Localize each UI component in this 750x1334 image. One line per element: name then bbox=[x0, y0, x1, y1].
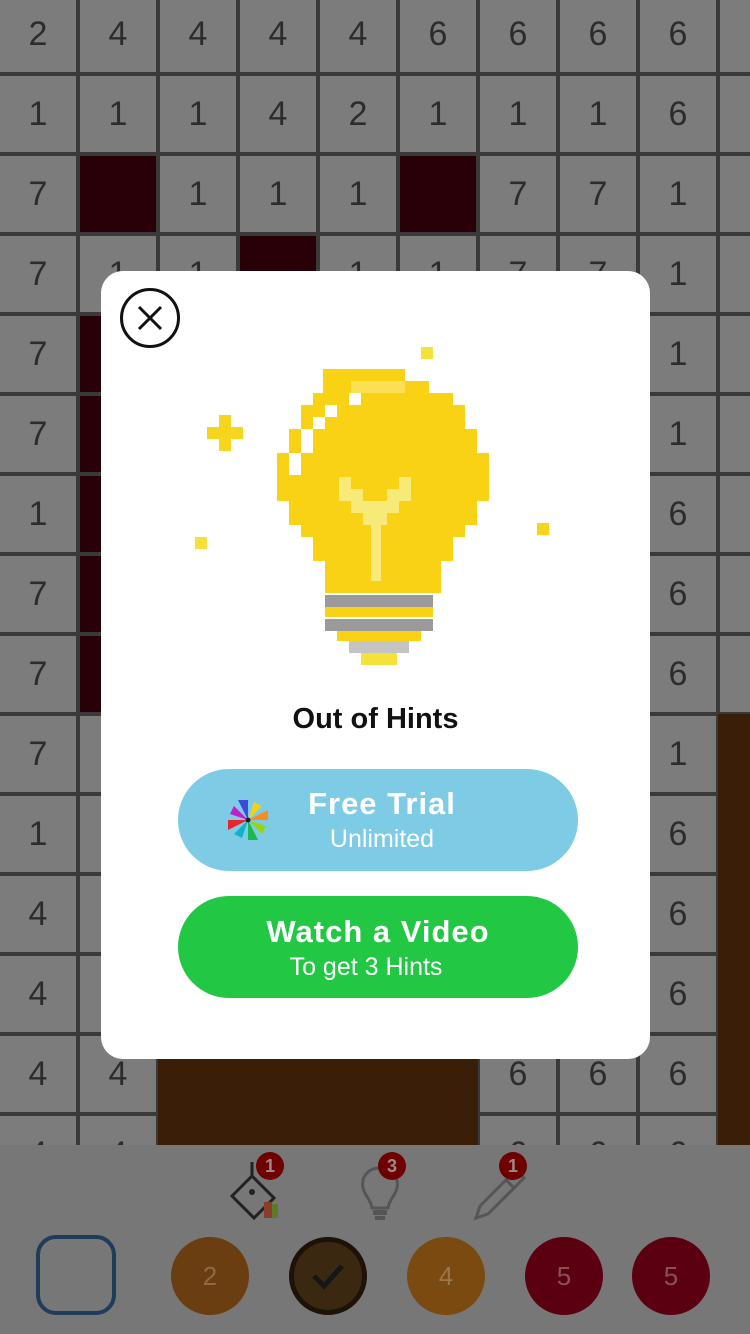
watch-video-button[interactable]: Watch a Video To get 3 Hints bbox=[178, 896, 578, 998]
close-button[interactable] bbox=[120, 288, 180, 348]
watch-video-sublabel: To get 3 Hints bbox=[289, 953, 443, 981]
free-trial-sublabel: Unlimited bbox=[329, 825, 435, 853]
free-trial-button[interactable]: Free Trial Unlimited bbox=[178, 769, 578, 871]
dialog-title: Out of Hints bbox=[292, 703, 459, 735]
free-trial-label: Free Trial bbox=[308, 786, 456, 821]
watch-video-label: Watch a Video bbox=[266, 914, 490, 949]
lightbulb-icon bbox=[195, 347, 549, 665]
close-icon bbox=[137, 305, 163, 331]
out-of-hints-dialog: Out of Hints Free Trial Unlimited Watch … bbox=[101, 271, 650, 1059]
